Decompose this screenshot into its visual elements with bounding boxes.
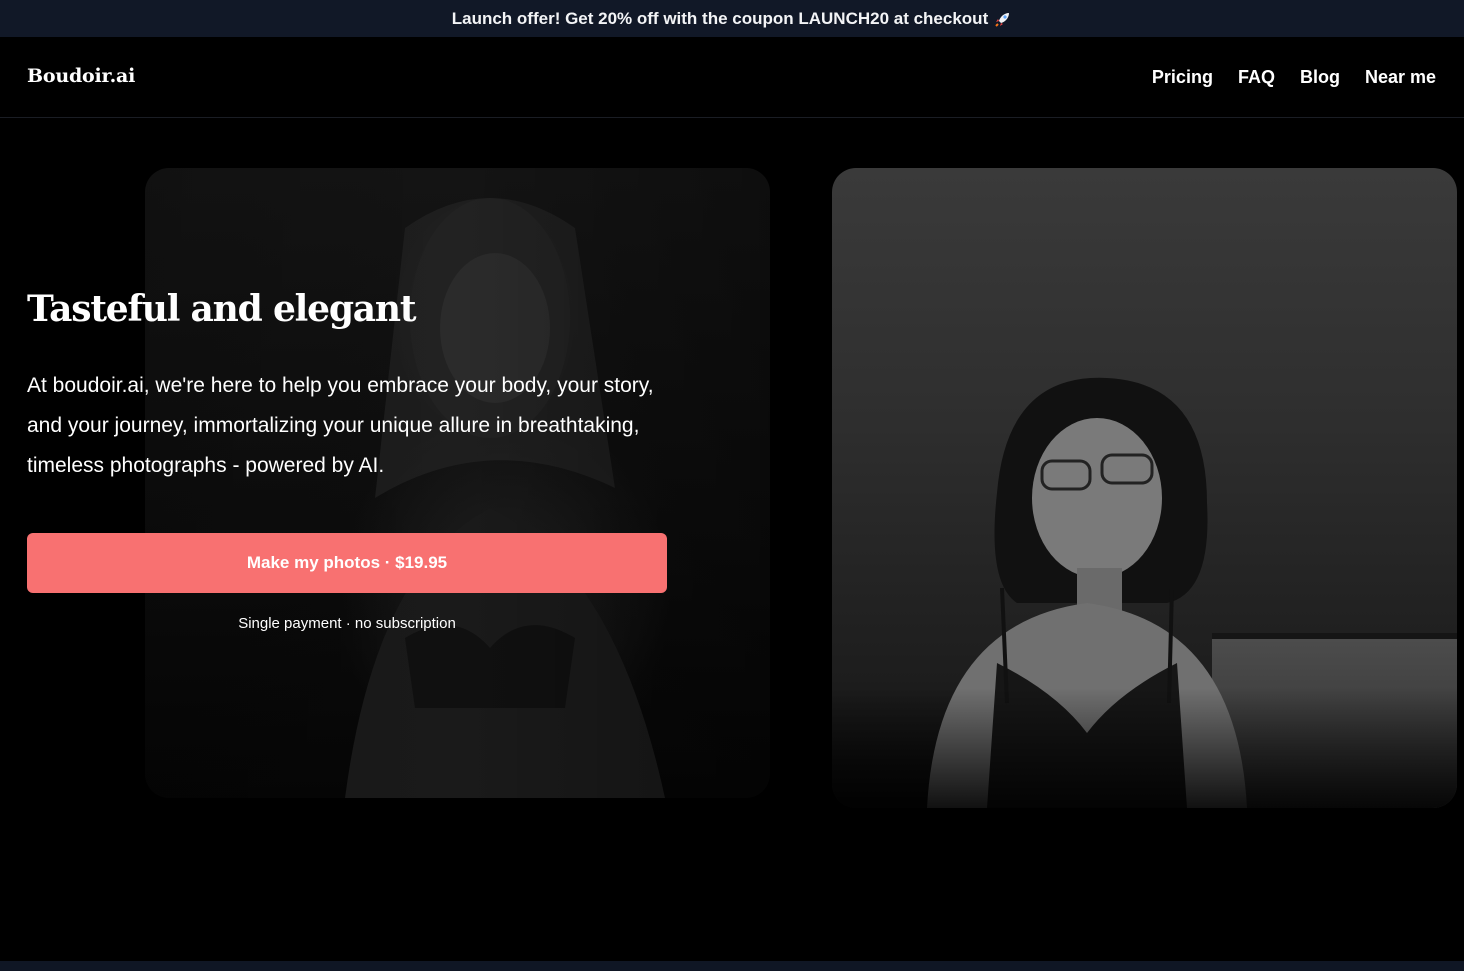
hero-description: At boudoir.ai, we're here to help you em… <box>27 374 654 477</box>
rocket-icon <box>994 10 1012 28</box>
section-divider <box>0 961 1464 971</box>
nav-link-faq[interactable]: FAQ <box>1238 67 1275 88</box>
make-photos-button[interactable]: Make my photos · $19.95 <box>27 533 667 593</box>
payment-note: Single payment · no subscription <box>238 615 456 632</box>
nav-links: Pricing FAQ Blog Near me <box>1152 67 1436 88</box>
announcement-text: Launch offer! Get 20% off with the coupo… <box>451 8 989 28</box>
nav-link-pricing[interactable]: Pricing <box>1152 67 1213 88</box>
site-logo[interactable]: Boudoir.ai <box>27 65 135 87</box>
hero-photo-right <box>832 168 1457 808</box>
hero-title: Tasteful and elegant <box>27 288 417 330</box>
nav-link-blog[interactable]: Blog <box>1300 67 1340 88</box>
photo-bottom-fade <box>832 688 1457 808</box>
nav-link-near-me[interactable]: Near me <box>1365 67 1436 88</box>
top-navigation: Boudoir.ai Pricing FAQ Blog Near me <box>0 37 1464 118</box>
announcement-bar: Launch offer! Get 20% off with the coupo… <box>0 0 1464 37</box>
